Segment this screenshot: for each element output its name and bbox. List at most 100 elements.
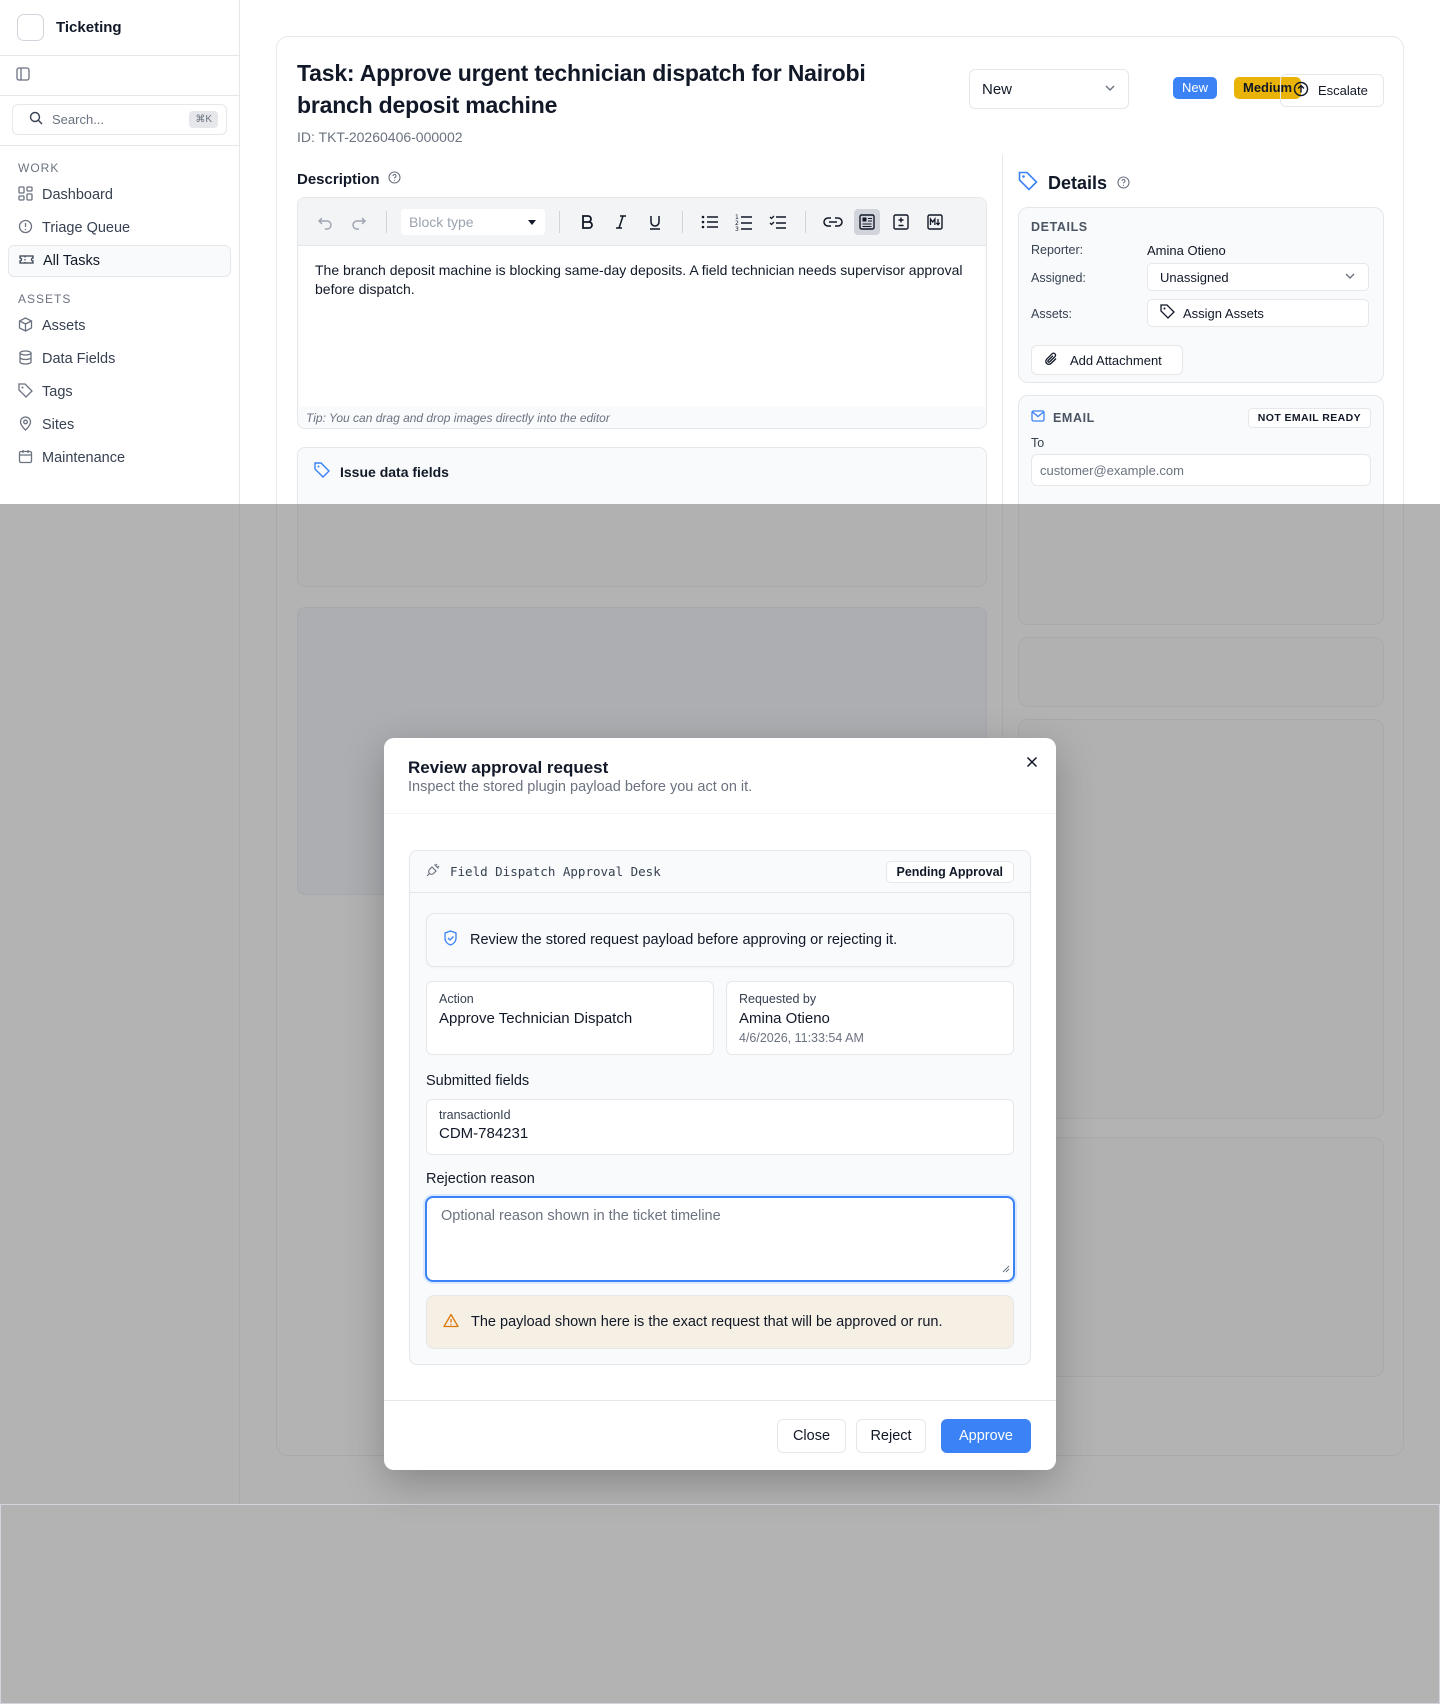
sidebar-item-label: All Tasks <box>43 253 100 269</box>
sidebar-item-label: Maintenance <box>42 450 126 466</box>
details-section-label: DETAILS <box>1031 220 1088 234</box>
sidebar-item-label: Tags <box>42 384 73 400</box>
sidebar-item-label: Triage Queue <box>42 220 131 236</box>
sidebar-item-maintenance[interactable]: Maintenance <box>8 442 231 474</box>
box-icon <box>18 316 33 336</box>
status-badge: New <box>1173 77 1218 99</box>
app-logo <box>17 14 44 41</box>
mail-icon <box>1031 410 1045 425</box>
resize-handle-icon[interactable] <box>1002 1261 1010 1277</box>
markdown-icon[interactable] <box>922 209 948 235</box>
svg-text:3: 3 <box>735 226 739 231</box>
warning-notice: The payload shown here is the exact requ… <box>426 1295 1014 1349</box>
search-wrap: Search... ⌘K <box>0 96 239 146</box>
ticket-icon <box>19 252 34 271</box>
close-icon[interactable] <box>1022 752 1042 772</box>
email-to-input[interactable]: customer@example.com <box>1031 454 1371 486</box>
sidebar-toggle-icon[interactable] <box>16 67 30 84</box>
editor-content[interactable]: The branch deposit machine is blocking s… <box>299 246 985 406</box>
submitted-fields-heading: Submitted fields <box>426 1073 530 1089</box>
section-work-label: WORK <box>18 161 60 175</box>
checklist-icon[interactable] <box>765 209 791 235</box>
description-label: Description <box>297 171 401 188</box>
info-text: Review the stored request payload before… <box>470 932 898 948</box>
tag-icon <box>1160 304 1175 322</box>
redo-icon[interactable] <box>346 209 372 235</box>
sidebar-item-triage-queue[interactable]: Triage Queue <box>8 212 231 244</box>
bullet-list-icon[interactable] <box>697 209 723 235</box>
warning-text: The payload shown here is the exact requ… <box>471 1314 943 1330</box>
insert-block-icon[interactable] <box>888 209 914 235</box>
toolbar-divider <box>682 210 683 233</box>
issue-title: Issue data fields <box>340 463 449 480</box>
email-to-label: To <box>1031 436 1045 450</box>
email-status-badge: NOT EMAIL READY <box>1247 408 1371 428</box>
reporter-value: Amina Otieno <box>1147 243 1226 258</box>
undo-icon[interactable] <box>312 209 338 235</box>
search-shortcut: ⌘K <box>189 111 218 128</box>
submitted-field: transactionId CDM-784231 <box>426 1099 1014 1155</box>
sidebar-item-sites[interactable]: Sites <box>8 409 231 441</box>
sidebar-item-assets[interactable]: Assets <box>8 310 231 342</box>
reporter-label: Reporter: <box>1031 243 1084 257</box>
shield-check-icon <box>443 930 458 950</box>
assigned-label: Assigned: <box>1031 271 1086 285</box>
assets-label: Assets: <box>1031 307 1072 321</box>
action-label: Action <box>439 992 474 1006</box>
status-select[interactable]: New <box>969 69 1129 109</box>
approval-status-badge: Pending Approval <box>885 860 1014 883</box>
modal-divider <box>384 813 1056 814</box>
add-attachment-button[interactable]: Add Attachment <box>1031 345 1183 375</box>
rejection-reason-heading: Rejection reason <box>426 1171 535 1187</box>
rejection-reason-placeholder: Optional reason shown in the ticket time… <box>441 1208 721 1224</box>
sidebar-item-data-fields[interactable]: Data Fields <box>8 343 231 375</box>
numbered-list-icon[interactable]: 123 <box>731 209 757 235</box>
email-heading: EMAIL <box>1031 410 1095 425</box>
modal-subtitle: Inspect the stored plugin payload before… <box>408 779 753 795</box>
dashboard-icon <box>18 185 33 205</box>
requested-by-value: Amina Otieno <box>739 1010 830 1027</box>
assign-assets-button[interactable]: Assign Assets <box>1147 299 1369 327</box>
task-id: ID: TKT-20260406-000002 <box>297 129 463 145</box>
editor-tip: Tip: You can drag and drop images direct… <box>306 411 610 425</box>
image-block-icon[interactable] <box>854 208 880 235</box>
help-icon[interactable] <box>1117 173 1130 194</box>
app-name: Ticketing <box>56 19 122 36</box>
escalate-button[interactable]: Escalate <box>1280 74 1384 107</box>
sidebar-item-all-tasks[interactable]: All Tasks <box>8 245 231 277</box>
assignee-value: Unassigned <box>1160 269 1229 285</box>
bold-icon[interactable] <box>574 209 600 235</box>
sidebar-item-label: Sites <box>42 417 75 433</box>
arrow-up-circle-icon <box>1293 81 1309 100</box>
email-label: EMAIL <box>1053 410 1095 425</box>
search-placeholder: Search... <box>52 112 105 127</box>
plugin-request-card: Field Dispatch Approval Desk Pending App… <box>409 850 1031 1365</box>
paperclip-icon <box>1044 352 1058 369</box>
chevron-down-icon <box>1104 81 1116 98</box>
italic-icon[interactable] <box>608 209 634 235</box>
help-icon[interactable] <box>387 171 401 188</box>
issue-data-fields-heading: Issue data fields <box>314 462 449 481</box>
search-icon <box>29 111 43 128</box>
details-heading: Details <box>1018 171 1130 196</box>
field-key: transactionId <box>439 1108 511 1122</box>
assignee-select[interactable]: Unassigned <box>1147 263 1369 291</box>
sidebar-item-tags[interactable]: Tags <box>8 376 231 408</box>
reject-button[interactable]: Reject <box>856 1419 926 1453</box>
approve-button[interactable]: Approve <box>941 1419 1031 1453</box>
sidebar-item-dashboard[interactable]: Dashboard <box>8 179 231 211</box>
plugin-name: Field Dispatch Approval Desk <box>450 864 661 879</box>
caret-down-icon <box>527 214 537 230</box>
brand: Ticketing <box>0 0 239 56</box>
rejection-reason-textarea[interactable]: Optional reason shown in the ticket time… <box>425 1196 1015 1282</box>
close-button[interactable]: Close <box>777 1419 846 1453</box>
plug-icon <box>426 863 440 880</box>
map-pin-icon <box>18 415 33 435</box>
sidebar-item-label: Assets <box>42 318 86 334</box>
action-field: Action Approve Technician Dispatch <box>426 981 714 1055</box>
underline-icon[interactable] <box>642 209 668 235</box>
block-type-select[interactable]: Block type <box>401 208 545 235</box>
requested-at-timestamp: 4/6/2026, 11:33:54 AM <box>739 1031 864 1045</box>
search-input[interactable]: Search... ⌘K <box>12 104 227 135</box>
link-icon[interactable] <box>820 209 846 235</box>
